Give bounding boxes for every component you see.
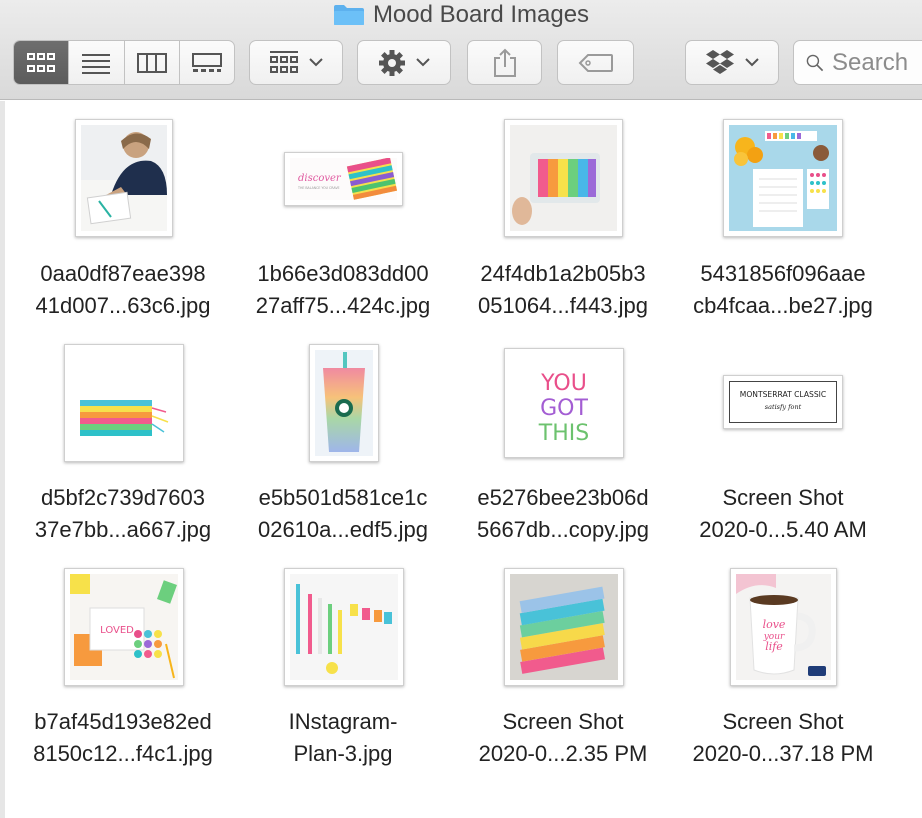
grid-icon (27, 52, 56, 72)
thumb-got-text: GOT (540, 396, 588, 421)
file-name: INstagram- Plan-3.jpg (288, 709, 398, 766)
file-thumbnail[interactable]: love your life (730, 568, 837, 686)
file-name: e5276bee23b06d 5667db...copy.jpg (476, 485, 650, 542)
list-icon (82, 53, 111, 74)
file-name: 0aa0df87eae398 41d007...63c6.jpg (35, 261, 211, 318)
share-icon (493, 48, 516, 77)
chevron-down-icon (309, 58, 323, 67)
window-title: Mood Board Images (0, 0, 922, 30)
column-view-button[interactable] (125, 41, 180, 84)
file-item[interactable]: INstagram- Plan-3.jpg (233, 560, 453, 780)
file-item[interactable]: love your life Screen Shot 2020-0...37.1… (673, 560, 893, 780)
file-name: 1b66e3d083dd00 27aff75...424c.jpg (255, 261, 431, 318)
file-name: Screen Shot 2020-0...37.18 PM (692, 709, 874, 766)
chevron-down-icon (416, 58, 430, 67)
list-view-button[interactable] (69, 41, 125, 84)
group-grid-icon (270, 50, 298, 73)
thumb-font-line1: MONTSERRAT CLASSIC (740, 390, 826, 399)
window-toolbar: Mood Board Images (0, 0, 922, 100)
thumb-discover-text: discover (298, 173, 342, 184)
file-name: Screen Shot 2020-0...5.40 AM (699, 485, 867, 542)
thumb-mug-line1: love (763, 618, 786, 631)
file-thumbnail[interactable] (309, 344, 379, 462)
gear-icon (379, 49, 405, 76)
search-icon (806, 54, 824, 71)
file-thumbnail[interactable] (504, 119, 623, 237)
file-item[interactable]: YOU GOT THIS e5276bee23b06d 5667db...cop… (453, 336, 673, 556)
file-item[interactable]: 24f4db1a2b05b3 051064...f443.jpg (453, 112, 673, 332)
dropbox-button[interactable] (685, 40, 779, 85)
file-item[interactable]: MONTSERRAT CLASSIC satisfy font Screen S… (673, 336, 893, 556)
file-name: b7af45d193e82ed 8150c12...f4c1.jpg (33, 709, 213, 766)
file-item[interactable]: discover THE BALANCE YOU CRAVE 1b66e3d08… (233, 112, 453, 332)
file-thumbnail[interactable] (284, 568, 404, 686)
file-thumbnail[interactable]: MONTSERRAT CLASSIC satisfy font (723, 375, 843, 429)
file-item[interactable]: e5b501d581ce1c 02610a...edf5.jpg (233, 336, 453, 556)
thumb-discover-sub: THE BALANCE YOU CRAVE (297, 186, 340, 190)
file-name: Screen Shot 2020-0...2.35 PM (478, 709, 648, 766)
tag-icon (578, 53, 613, 72)
file-thumbnail[interactable]: YOU GOT THIS (504, 348, 624, 458)
thumb-you-text: YOU (540, 371, 587, 396)
folder-icon (333, 5, 364, 25)
sidebar-edge (0, 101, 5, 818)
file-item[interactable]: Screen Shot 2020-0...2.35 PM (453, 560, 673, 780)
file-thumbnail[interactable] (64, 344, 184, 462)
file-thumbnail[interactable]: LOVED (64, 568, 184, 686)
search-field[interactable] (793, 40, 922, 85)
window-title-text: Mood Board Images (372, 1, 590, 28)
file-name: d5bf2c739d7603 37e7bb...a667.jpg (34, 485, 212, 542)
file-thumbnail[interactable] (504, 568, 624, 686)
chevron-down-icon (745, 58, 759, 67)
icon-view-button[interactable] (14, 41, 70, 84)
thumb-mug-line3: life (765, 640, 783, 653)
file-thumbnail[interactable] (723, 119, 843, 237)
file-item[interactable]: LOVED b7af45d193e82ed 8150c12...f4c1.jpg (13, 560, 233, 780)
file-thumbnail[interactable] (75, 119, 173, 237)
thumb-this-text: THIS (538, 421, 589, 446)
file-name: e5b501d581ce1c 02610a...edf5.jpg (257, 485, 429, 542)
action-button[interactable] (357, 40, 451, 85)
file-item[interactable]: 0aa0df87eae398 41d007...63c6.jpg (13, 112, 233, 332)
group-by-button[interactable] (249, 40, 343, 85)
gallery-icon (191, 52, 222, 72)
thumb-loved-text: LOVED (100, 625, 134, 636)
thumb-font-line2: satisfy font (765, 403, 802, 411)
dropbox-icon (706, 49, 734, 74)
file-item[interactable]: d5bf2c739d7603 37e7bb...a667.jpg (13, 336, 233, 556)
file-name: 24f4db1a2b05b3 051064...f443.jpg (477, 261, 649, 318)
view-mode-control[interactable] (13, 40, 235, 85)
share-button[interactable] (467, 40, 542, 85)
file-item[interactable]: 5431856f096aae cb4fcaa...be27.jpg (673, 112, 893, 332)
columns-icon (136, 52, 167, 73)
file-thumbnail[interactable]: discover THE BALANCE YOU CRAVE (284, 152, 403, 206)
file-name: 5431856f096aae cb4fcaa...be27.jpg (693, 261, 873, 318)
tag-button[interactable] (557, 40, 634, 85)
gallery-view-button[interactable] (180, 41, 234, 84)
search-input[interactable] (832, 48, 922, 77)
